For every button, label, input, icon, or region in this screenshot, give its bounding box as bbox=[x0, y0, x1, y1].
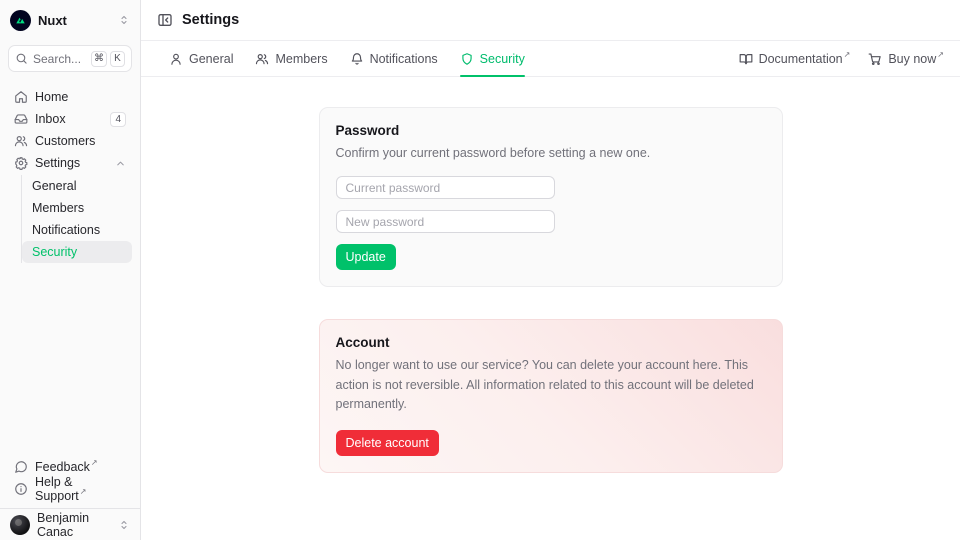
page-header: Settings bbox=[141, 0, 960, 41]
card-description: Confirm your current password before set… bbox=[336, 144, 766, 163]
panel-left-close-icon bbox=[157, 12, 173, 28]
sidebar-item-notifications[interactable]: Notifications bbox=[22, 219, 132, 241]
account-card: Account No longer want to use our servic… bbox=[319, 319, 783, 472]
tabs: General Members Notifications Security bbox=[169, 41, 525, 76]
inbox-icon bbox=[14, 112, 28, 126]
sidebar: Nuxt Search... ⌘ K Home Inbox 4 bbox=[0, 0, 141, 540]
search-shortcut: ⌘ K bbox=[91, 51, 125, 67]
kbd-command: ⌘ bbox=[91, 51, 107, 67]
tab-label: General bbox=[189, 52, 233, 66]
tab-general[interactable]: General bbox=[169, 41, 233, 76]
sidebar-item-customers[interactable]: Customers bbox=[8, 130, 132, 152]
sidebar-item-label: Inbox bbox=[35, 112, 103, 126]
new-password-field[interactable] bbox=[336, 210, 555, 233]
link-label: Buy now↗ bbox=[888, 52, 944, 66]
external-link-icon: ↗ bbox=[91, 458, 98, 467]
home-icon bbox=[14, 90, 28, 104]
card-title: Account bbox=[336, 335, 766, 350]
link-label: Documentation↗ bbox=[759, 52, 851, 66]
sidebar-item-security[interactable]: Security bbox=[22, 241, 132, 263]
update-password-button[interactable]: Update bbox=[336, 244, 396, 270]
sidebar-nav: Home Inbox 4 Customers Settings Gener bbox=[0, 76, 140, 263]
tab-label: Notifications bbox=[370, 52, 438, 66]
external-link-icon: ↗ bbox=[937, 50, 944, 59]
chevron-up-icon bbox=[115, 158, 126, 169]
team-picker[interactable]: Nuxt bbox=[0, 0, 140, 40]
sidebar-footer: Feedback↗ Help & Support↗ bbox=[0, 452, 140, 508]
sidebar-item-inbox[interactable]: Inbox 4 bbox=[8, 108, 132, 130]
sidebar-item-label: Settings bbox=[35, 156, 108, 170]
sidebar-item-label: General bbox=[32, 179, 76, 193]
chevron-up-down-icon bbox=[118, 519, 130, 531]
user-menu[interactable]: Benjamin Canac bbox=[0, 509, 140, 540]
inbox-count-badge: 4 bbox=[110, 112, 126, 127]
header-links: Documentation↗ Buy now↗ bbox=[739, 41, 944, 76]
external-link-icon: ↗ bbox=[844, 50, 851, 59]
shopping-cart-icon bbox=[868, 52, 882, 66]
tab-notifications[interactable]: Notifications bbox=[350, 41, 438, 76]
settings-security-content: Password Confirm your current password b… bbox=[141, 77, 960, 540]
search-placeholder: Search... bbox=[33, 52, 86, 66]
users-icon bbox=[255, 52, 269, 66]
user-name: Benjamin Canac bbox=[37, 511, 111, 539]
sidebar-item-label: Customers bbox=[35, 134, 126, 148]
documentation-link[interactable]: Documentation↗ bbox=[739, 52, 851, 66]
sidebar-item-general[interactable]: General bbox=[22, 175, 132, 197]
search-icon bbox=[15, 52, 28, 65]
current-password-field[interactable] bbox=[336, 176, 555, 199]
app-window: Nuxt Search... ⌘ K Home Inbox 4 bbox=[0, 0, 960, 540]
page-title: Settings bbox=[182, 12, 239, 28]
sidebar-item-label: Members bbox=[32, 201, 84, 215]
info-circle-icon bbox=[14, 482, 28, 496]
sidebar-spacer bbox=[0, 263, 140, 452]
tab-label: Members bbox=[275, 52, 327, 66]
sidebar-item-label: Home bbox=[35, 90, 126, 104]
tab-security[interactable]: Security bbox=[460, 41, 525, 76]
sidebar-item-label: Help & Support↗ bbox=[35, 475, 126, 503]
card-description: No longer want to use our service? You c… bbox=[336, 356, 766, 414]
search-input[interactable]: Search... ⌘ K bbox=[8, 45, 132, 72]
shield-icon bbox=[460, 52, 474, 66]
sidebar-item-settings[interactable]: Settings bbox=[8, 152, 132, 174]
nuxt-logo-icon bbox=[10, 10, 31, 31]
user-icon bbox=[169, 52, 183, 66]
buy-now-link[interactable]: Buy now↗ bbox=[868, 52, 944, 66]
tab-members[interactable]: Members bbox=[255, 41, 327, 76]
bell-icon bbox=[350, 52, 364, 66]
password-card: Password Confirm your current password b… bbox=[319, 107, 783, 287]
team-name: Nuxt bbox=[38, 13, 111, 28]
book-open-icon bbox=[739, 52, 753, 66]
avatar bbox=[10, 515, 30, 535]
kbd-k: K bbox=[110, 51, 125, 67]
chat-bubble-icon bbox=[14, 460, 28, 474]
settings-subnav: General Members Notifications Security bbox=[21, 175, 132, 263]
sidebar-item-home[interactable]: Home bbox=[8, 86, 132, 108]
delete-account-button[interactable]: Delete account bbox=[336, 430, 439, 456]
external-link-icon: ↗ bbox=[80, 487, 87, 496]
sidebar-item-label: Security bbox=[32, 245, 77, 259]
main-panel: Settings General Members Notifications bbox=[141, 0, 960, 540]
sidebar-item-help-support[interactable]: Help & Support↗ bbox=[8, 478, 132, 500]
sidebar-item-members[interactable]: Members bbox=[22, 197, 132, 219]
gear-icon bbox=[14, 156, 28, 170]
users-icon bbox=[14, 134, 28, 148]
sidebar-item-label: Feedback↗ bbox=[35, 460, 126, 474]
chevron-up-down-icon bbox=[118, 14, 130, 26]
tab-label: Security bbox=[480, 52, 525, 66]
tabbar: General Members Notifications Security bbox=[141, 41, 960, 77]
collapse-sidebar-button[interactable] bbox=[157, 12, 173, 28]
sidebar-item-label: Notifications bbox=[32, 223, 100, 237]
card-title: Password bbox=[336, 123, 766, 138]
